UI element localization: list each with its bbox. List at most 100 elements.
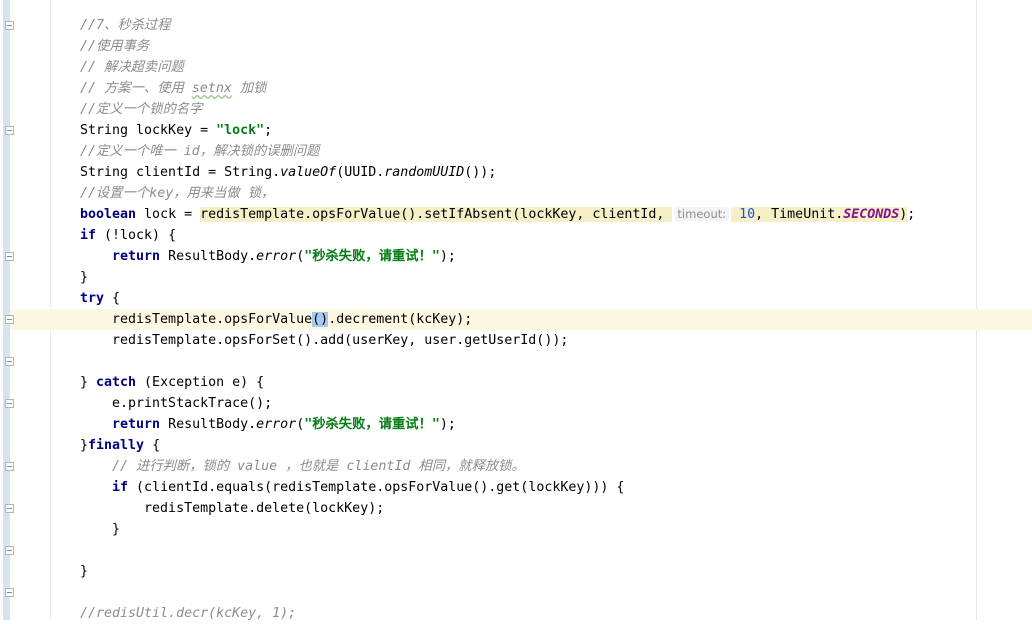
code-line-text[interactable]: // 解决超卖问题: [80, 57, 184, 78]
code-line-text[interactable]: }: [80, 519, 120, 540]
code-line-text[interactable]: //定义一个锁的名字: [80, 99, 202, 120]
code-token: 10: [739, 207, 756, 222]
code-line-text[interactable]: try {: [80, 288, 120, 309]
code-token: .decrement(kcKey);: [328, 312, 473, 327]
code-editor[interactable]: //7、秒杀过程 //使用事务 // 解决超卖问题 // 方案一、使用 setnx 加…: [0, 0, 1032, 621]
code-line[interactable]: if (clientId.equals(redisTemplate.opsFor…: [0, 477, 1032, 498]
code-line[interactable]: //7、秒杀过程: [0, 15, 1032, 36]
code-line[interactable]: //redisUtil.decr(kcKey, 1);: [0, 603, 1032, 624]
code-line[interactable]: }finally {: [0, 435, 1032, 456]
code-token: // 方案一、使用: [80, 81, 192, 96]
code-line-text[interactable]: redisTemplate.opsForSet().add(userKey, u…: [80, 330, 568, 351]
code-token: ;: [907, 207, 916, 222]
code-token: {: [104, 291, 121, 306]
fold-toggle-icon[interactable]: [5, 546, 14, 555]
code-line[interactable]: //定义一个唯一 id，解决锁的误删问题: [0, 141, 1032, 162]
code-token: return: [112, 417, 161, 432]
code-line-text[interactable]: //定义一个唯一 id，解决锁的误删问题: [80, 141, 319, 162]
code-token: String lockKey =: [80, 123, 217, 138]
code-line-text[interactable]: String clientId = String.valueOf(UUID.ra…: [80, 162, 496, 183]
code-token: (Exception e) {: [136, 375, 265, 390]
code-token: finally: [88, 438, 145, 453]
fold-toggle-icon[interactable]: [5, 357, 14, 366]
code-line-text[interactable]: } catch (Exception e) {: [80, 372, 264, 393]
code-line[interactable]: // 进行判断，锁的 value ，也就是 clientId 相同，就释放锁。: [0, 456, 1032, 477]
fold-toggle-icon[interactable]: [5, 126, 14, 135]
code-token: SECONDS: [843, 207, 900, 222]
code-line[interactable]: [0, 540, 1032, 561]
code-line[interactable]: // 方案一、使用 setnx 加锁: [0, 78, 1032, 99]
code-line-text[interactable]: //使用事务: [80, 36, 149, 57]
code-line-text[interactable]: return ResultBody.error("秒杀失败，请重试！");: [80, 414, 456, 435]
code-token: valueOf: [280, 165, 337, 180]
fold-toggle-icon[interactable]: [5, 315, 14, 324]
code-token: e.printStackTrace();: [80, 396, 273, 411]
code-line[interactable]: }: [0, 519, 1032, 540]
code-line[interactable]: // 解决超卖问题: [0, 57, 1032, 78]
code-line-text[interactable]: //redisUtil.decr(kcKey, 1);: [80, 603, 296, 624]
code-line[interactable]: }: [0, 561, 1032, 582]
code-line[interactable]: } catch (Exception e) {: [0, 372, 1032, 393]
code-token: ());: [464, 165, 497, 180]
fold-toggle-icon[interactable]: [5, 504, 14, 513]
code-line-text[interactable]: }: [80, 267, 88, 288]
code-line[interactable]: //使用事务: [0, 36, 1032, 57]
code-token: redisTemplate.opsForSet().add(userKey, u…: [80, 333, 569, 348]
code-token: "秒杀失败，请重试！": [304, 417, 440, 432]
code-line[interactable]: return ResultBody.error("秒杀失败，请重试！");: [0, 246, 1032, 267]
code-token: //定义一个唯一 id，解决锁的误删问题: [80, 144, 320, 159]
code-line[interactable]: [0, 582, 1032, 603]
code-line-text[interactable]: return ResultBody.error("秒杀失败，请重试！");: [80, 246, 456, 267]
fold-toggle-icon[interactable]: [5, 21, 14, 30]
code-line-text[interactable]: }finally {: [80, 435, 160, 456]
code-token: boolean: [80, 207, 137, 222]
code-line[interactable]: String lockKey = "lock";: [0, 120, 1032, 141]
code-line-text[interactable]: // 进行判断，锁的 value ，也就是 clientId 相同，就释放锁。: [80, 456, 525, 477]
code-line-text[interactable]: String lockKey = "lock";: [80, 120, 272, 141]
code-line-text[interactable]: //7、秒杀过程: [80, 15, 171, 36]
fold-toggle-icon[interactable]: [5, 252, 14, 261]
code-token: }: [80, 522, 121, 537]
fold-toggle-icon[interactable]: [5, 588, 14, 597]
code-token: return: [112, 249, 161, 264]
code-token: 加锁: [231, 81, 267, 96]
code-line[interactable]: [0, 351, 1032, 372]
code-line-text[interactable]: redisTemplate.opsForValue().decrement(kc…: [80, 309, 472, 330]
code-line[interactable]: //定义一个锁的名字: [0, 99, 1032, 120]
code-token: );: [439, 417, 456, 432]
code-line[interactable]: redisTemplate.opsForValue().decrement(kc…: [10, 309, 1032, 330]
code-token: randomUUID: [384, 165, 465, 180]
code-line[interactable]: return ResultBody.error("秒杀失败，请重试！");: [0, 414, 1032, 435]
code-line-text[interactable]: boolean lock = redisTemplate.opsForValue…: [80, 204, 915, 225]
code-token: }: [80, 438, 89, 453]
code-line-text[interactable]: // 方案一、使用 setnx 加锁: [80, 78, 266, 99]
code-line[interactable]: if (!lock) {: [0, 225, 1032, 246]
code-line-text[interactable]: if (!lock) {: [80, 225, 176, 246]
code-line[interactable]: try {: [0, 288, 1032, 309]
code-line-text[interactable]: if (clientId.equals(redisTemplate.opsFor…: [80, 477, 624, 498]
code-line[interactable]: redisTemplate.delete(lockKey);: [0, 498, 1032, 519]
code-line-text[interactable]: redisTemplate.delete(lockKey);: [80, 498, 384, 519]
code-line[interactable]: redisTemplate.opsForSet().add(userKey, u…: [0, 330, 1032, 351]
code-token: "lock": [216, 123, 265, 138]
code-line[interactable]: boolean lock = redisTemplate.opsForValue…: [0, 204, 1032, 225]
code-line[interactable]: e.printStackTrace();: [0, 393, 1032, 414]
fold-toggle-icon[interactable]: [5, 399, 14, 408]
code-line[interactable]: String clientId = String.valueOf(UUID.ra…: [0, 162, 1032, 183]
code-token: (): [312, 312, 329, 327]
code-line-text[interactable]: e.printStackTrace();: [80, 393, 272, 414]
code-token: ;: [264, 123, 273, 138]
code-token: (!lock) {: [96, 228, 177, 243]
code-line[interactable]: }: [0, 267, 1032, 288]
code-token: redisTemplate.delete(lockKey);: [80, 501, 385, 516]
code-line-text[interactable]: }: [80, 561, 88, 582]
code-token: if: [80, 228, 97, 243]
code-line-text[interactable]: //设置一个key，用来当做 锁，: [80, 183, 274, 204]
code-line[interactable]: //设置一个key，用来当做 锁，: [0, 183, 1032, 204]
code-token: catch: [96, 375, 137, 390]
code-token: //定义一个锁的名字: [80, 102, 203, 117]
fold-toggle-icon[interactable]: [5, 462, 14, 471]
